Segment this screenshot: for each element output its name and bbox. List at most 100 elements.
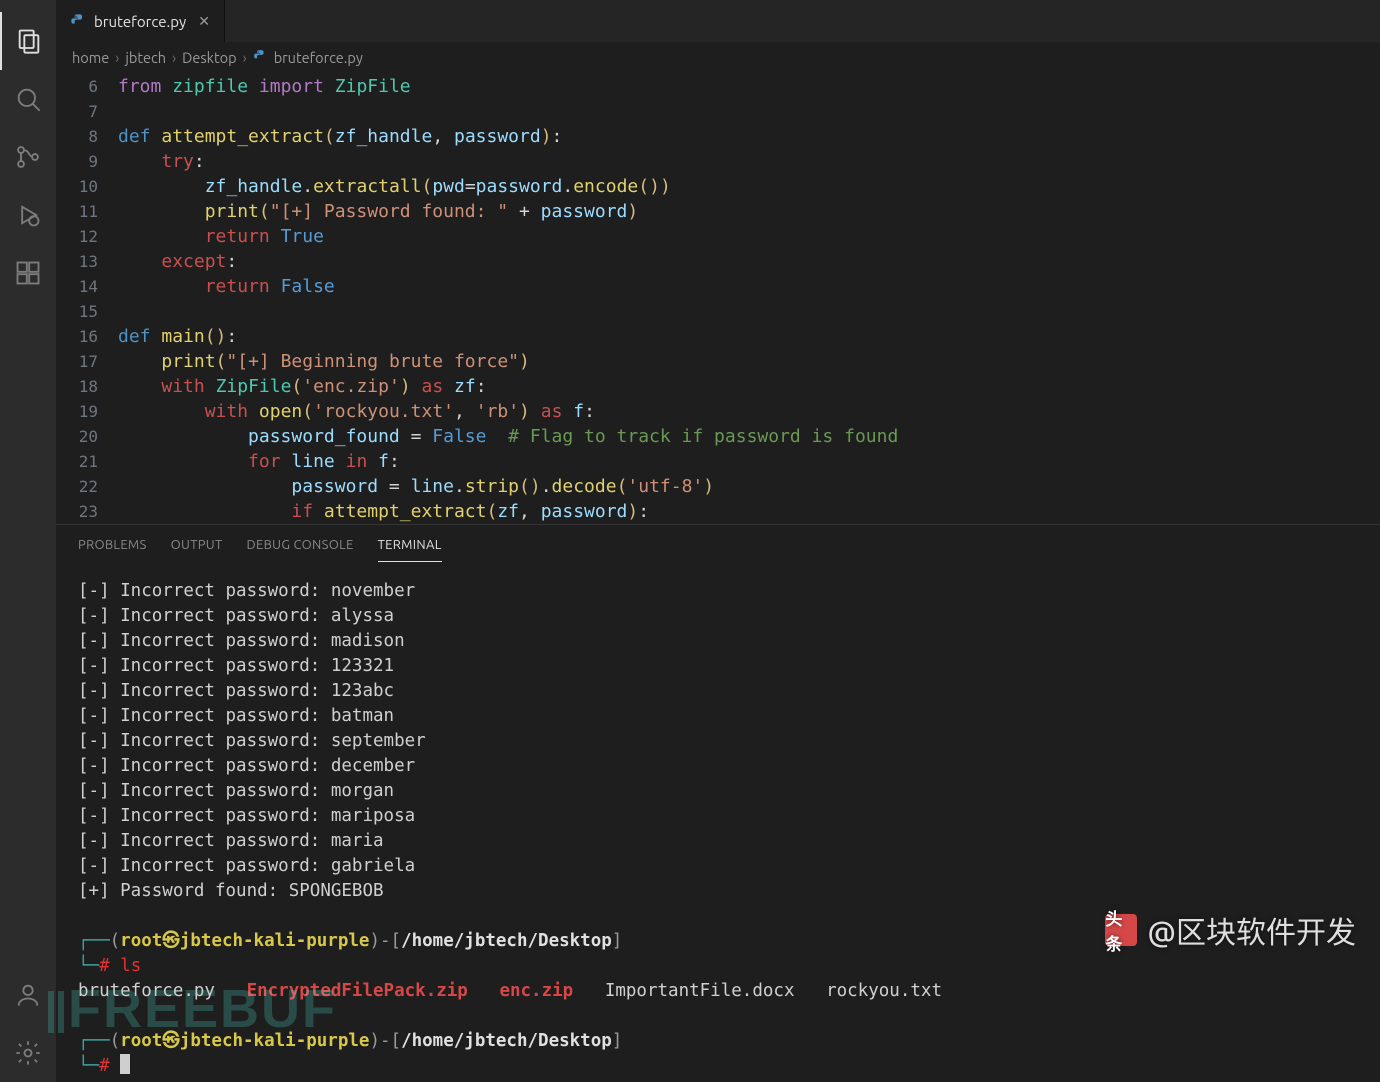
line-number: 20	[56, 424, 118, 449]
extensions-icon[interactable]	[0, 244, 56, 302]
code-line[interactable]: 16def main():	[56, 324, 1380, 349]
code-line[interactable]: 10 zf_handle.extractall(pwd=password.enc…	[56, 174, 1380, 199]
code-line[interactable]: 6from zipfile import ZipFile	[56, 74, 1380, 99]
line-number: 7	[56, 99, 118, 124]
terminal-line	[78, 1004, 1358, 1029]
line-number: 14	[56, 274, 118, 299]
code-line[interactable]: 12 return True	[56, 224, 1380, 249]
terminal-line: [-] Incorrect password: gabriela	[78, 854, 1358, 879]
code-content: password_found = False # Flag to track i…	[118, 424, 898, 449]
code-content: if attempt_extract(zf, password):	[118, 499, 649, 524]
attribution-watermark: 头条 @区块软件开发	[1105, 908, 1356, 952]
code-line[interactable]: 7	[56, 99, 1380, 124]
line-number: 22	[56, 474, 118, 499]
terminal-line: [-] Incorrect password: mariposa	[78, 804, 1358, 829]
terminal-line: [-] Incorrect password: batman	[78, 704, 1358, 729]
line-number: 21	[56, 449, 118, 474]
activity-bar	[0, 0, 56, 1082]
tab-debug-console[interactable]: DEBUG CONSOLE	[247, 529, 354, 561]
code-line[interactable]: 8def attempt_extract(zf_handle, password…	[56, 124, 1380, 149]
tab-output[interactable]: OUTPUT	[171, 529, 223, 561]
line-number: 17	[56, 349, 118, 374]
terminal-line: [-] Incorrect password: september	[78, 729, 1358, 754]
code-line[interactable]: 17 print("[+] Beginning brute force")	[56, 349, 1380, 374]
breadcrumb-item[interactable]: bruteforce.py	[253, 49, 363, 66]
python-file-icon	[253, 49, 269, 65]
editor-tab-bruteforce[interactable]: bruteforce.py ✕	[56, 0, 225, 42]
terminal-line: bruteforce.py EncryptedFilePack.zip enc.…	[78, 979, 1358, 1004]
line-number: 9	[56, 149, 118, 174]
terminal-line: [-] Incorrect password: 123321	[78, 654, 1358, 679]
line-number: 23	[56, 499, 118, 524]
code-line[interactable]: 23 if attempt_extract(zf, password):	[56, 499, 1380, 524]
terminal-line: [-] Incorrect password: maria	[78, 829, 1358, 854]
terminal-line: [+] Password found: SPONGEBOB	[78, 879, 1358, 904]
panel-tabs: PROBLEMS OUTPUT DEBUG CONSOLE TERMINAL	[56, 525, 1380, 565]
code-line[interactable]: 21 for line in f:	[56, 449, 1380, 474]
account-icon[interactable]	[0, 966, 56, 1024]
tab-problems[interactable]: PROBLEMS	[78, 529, 147, 561]
line-number: 16	[56, 324, 118, 349]
code-line[interactable]: 19 with open('rockyou.txt', 'rb') as f:	[56, 399, 1380, 424]
toutiao-logo-icon: 头条	[1105, 914, 1137, 946]
explorer-icon[interactable]	[0, 12, 56, 70]
breadcrumb[interactable]: home › jbtech › Desktop › bruteforce.py	[56, 42, 1380, 72]
source-control-icon[interactable]	[0, 128, 56, 186]
terminal-output[interactable]: [-] Incorrect password: november[-] Inco…	[56, 565, 1380, 1082]
bottom-panel: PROBLEMS OUTPUT DEBUG CONSOLE TERMINAL […	[56, 524, 1380, 1082]
line-number: 6	[56, 74, 118, 99]
code-content: zf_handle.extractall(pwd=password.encode…	[118, 174, 671, 199]
chevron-right-icon: ›	[243, 49, 247, 66]
code-line[interactable]: 18 with ZipFile('enc.zip') as zf:	[56, 374, 1380, 399]
terminal-line: [-] Incorrect password: december	[78, 754, 1358, 779]
run-debug-icon[interactable]	[0, 186, 56, 244]
code-content: def attempt_extract(zf_handle, password)…	[118, 124, 562, 149]
attribution-handle: @区块软件开发	[1147, 908, 1356, 952]
code-editor[interactable]: 6from zipfile import ZipFile78def attemp…	[56, 72, 1380, 524]
tab-bar: bruteforce.py ✕	[56, 0, 1380, 42]
breadcrumb-item[interactable]: Desktop	[182, 49, 236, 66]
line-number: 8	[56, 124, 118, 149]
terminal-line: └─# ls	[78, 954, 1358, 979]
code-content: from zipfile import ZipFile	[118, 74, 411, 99]
code-content: with ZipFile('enc.zip') as zf:	[118, 374, 487, 399]
search-icon[interactable]	[0, 70, 56, 128]
close-tab-icon[interactable]: ✕	[198, 13, 210, 30]
breadcrumb-item[interactable]: jbtech	[125, 49, 166, 66]
code-line[interactable]: 14 return False	[56, 274, 1380, 299]
code-line[interactable]: 11 print("[+] Password found: " + passwo…	[56, 199, 1380, 224]
code-content: return True	[118, 224, 324, 249]
breadcrumb-item[interactable]: home	[72, 49, 109, 66]
terminal-line: [-] Incorrect password: alyssa	[78, 604, 1358, 629]
terminal-line: [-] Incorrect password: morgan	[78, 779, 1358, 804]
code-content: try:	[118, 149, 205, 174]
code-content: password = line.strip().decode('utf-8')	[118, 474, 714, 499]
line-number: 18	[56, 374, 118, 399]
tab-terminal[interactable]: TERMINAL	[378, 529, 442, 562]
line-number: 10	[56, 174, 118, 199]
terminal-line: ┌──(root㉿jbtech-kali-purple)-[/home/jbte…	[78, 1029, 1358, 1054]
python-file-icon	[70, 13, 86, 29]
code-content: for line in f:	[118, 449, 400, 474]
tab-filename: bruteforce.py	[94, 13, 186, 30]
chevron-right-icon: ›	[172, 49, 176, 66]
settings-gear-icon[interactable]	[0, 1024, 56, 1082]
code-content: def main():	[118, 324, 237, 349]
code-content: with open('rockyou.txt', 'rb') as f:	[118, 399, 595, 424]
chevron-right-icon: ›	[115, 49, 119, 66]
code-content: print("[+] Beginning brute force")	[118, 349, 530, 374]
code-line[interactable]: 20 password_found = False # Flag to trac…	[56, 424, 1380, 449]
code-line[interactable]: 9 try:	[56, 149, 1380, 174]
line-number: 12	[56, 224, 118, 249]
line-number: 13	[56, 249, 118, 274]
terminal-line: └─#	[78, 1054, 1358, 1079]
code-line[interactable]: 15	[56, 299, 1380, 324]
code-line[interactable]: 22 password = line.strip().decode('utf-8…	[56, 474, 1380, 499]
code-content: return False	[118, 274, 335, 299]
terminal-line: [-] Incorrect password: 123abc	[78, 679, 1358, 704]
code-content: except:	[118, 249, 237, 274]
terminal-line: [-] Incorrect password: november	[78, 579, 1358, 604]
code-line[interactable]: 13 except:	[56, 249, 1380, 274]
code-content: print("[+] Password found: " + password)	[118, 199, 638, 224]
line-number: 11	[56, 199, 118, 224]
